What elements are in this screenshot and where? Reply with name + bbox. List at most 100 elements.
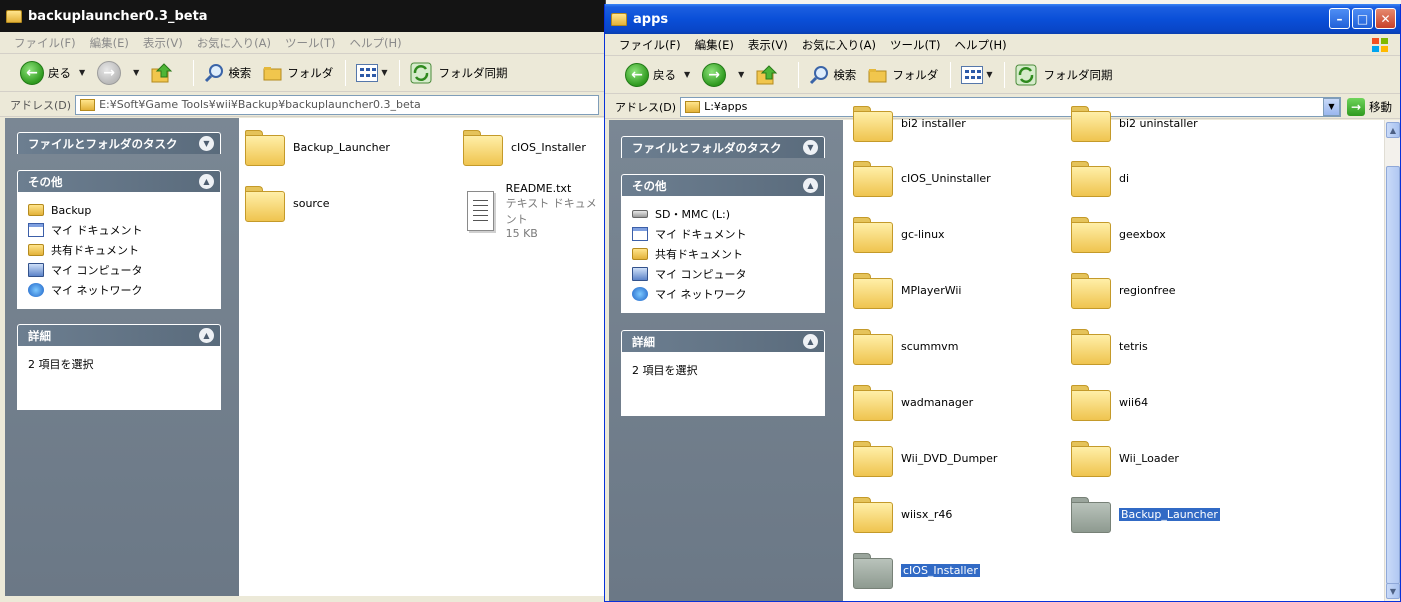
tasks-panel-header[interactable]: ファイルとフォルダのタスク ▼ — [621, 136, 825, 158]
search-button[interactable]: 検索 — [809, 65, 856, 85]
other-panel-header[interactable]: その他 ▲ — [621, 174, 825, 196]
scroll-up-icon[interactable]: ▲ — [1386, 122, 1400, 138]
chevron-down-icon[interactable]: ▼ — [79, 68, 85, 77]
file-item-folder[interactable]: wadmanager — [853, 385, 973, 421]
other-item-sd-card[interactable]: SD・MMC (L:) — [632, 204, 814, 224]
folder-sync-button[interactable]: フォルダ同期 — [410, 62, 507, 84]
address-input[interactable]: E:¥Soft¥Game Tools¥wii¥Backup¥backuplaun… — [75, 94, 599, 115]
menu-help[interactable]: ヘルプ(H) — [350, 35, 402, 51]
file-item-folder[interactable]: di — [1071, 161, 1129, 197]
back-arrow-icon: ← — [625, 62, 649, 87]
chevron-up-icon[interactable]: ▲ — [803, 178, 818, 193]
menu-tools[interactable]: ツール(T) — [285, 35, 336, 51]
left-explorer-window: backuplauncher0.3_beta ファイル(F) 編集(E) 表示(… — [0, 0, 606, 602]
other-item-my-computer[interactable]: マイ コンピュータ — [28, 260, 210, 280]
menu-file[interactable]: ファイル(F) — [619, 37, 681, 53]
menu-view[interactable]: 表示(V) — [143, 35, 183, 51]
other-item-my-network[interactable]: マイ ネットワーク — [632, 284, 814, 304]
folder-icon — [1071, 385, 1111, 421]
search-button[interactable]: 検索 — [204, 63, 251, 83]
chevron-down-icon[interactable]: ▼ — [803, 140, 818, 155]
other-panel-header[interactable]: その他 ▲ — [17, 170, 221, 192]
folder-icon — [28, 204, 44, 216]
file-item-folder[interactable]: bi2 installer — [853, 106, 966, 142]
details-panel-body: 2 項目を選択 — [621, 352, 825, 416]
forward-button[interactable]: → ▼ — [97, 60, 139, 85]
file-item-folder-selected[interactable]: Backup_Launcher — [1071, 497, 1220, 533]
maximize-icon[interactable]: □ — [1352, 8, 1373, 29]
scroll-down-icon[interactable]: ▼ — [1386, 583, 1400, 599]
file-name: bi2 installer — [901, 116, 966, 130]
details-panel-header[interactable]: 詳細 ▲ — [621, 330, 825, 352]
file-item-folder[interactable]: wiisx_r46 — [853, 497, 952, 533]
back-button[interactable]: ← 戻る ▼ — [625, 62, 690, 87]
menu-edit[interactable]: 編集(E) — [90, 35, 129, 51]
views-button[interactable]: ▼ — [961, 65, 992, 84]
views-button[interactable]: ▼ — [356, 63, 387, 82]
close-icon[interactable]: ✕ — [1375, 8, 1396, 29]
vertical-scrollbar[interactable]: ▲ ▼ — [1384, 120, 1400, 601]
right-titlebar[interactable]: apps – □ ✕ — [605, 4, 1400, 34]
file-item-folder[interactable]: geexbox — [1071, 217, 1166, 253]
address-input[interactable]: L:¥apps ▼ — [680, 96, 1341, 117]
file-item-folder[interactable]: tetris — [1071, 329, 1148, 365]
minimize-icon[interactable]: – — [1329, 8, 1350, 29]
other-panel-title: その他 — [632, 178, 667, 193]
file-name: Backup_Launcher — [293, 140, 390, 154]
file-item-folder[interactable]: scummvm — [853, 329, 958, 365]
other-item-label: 共有ドキュメント — [655, 248, 743, 261]
chevron-down-icon[interactable]: ▼ — [1323, 97, 1340, 116]
documents-icon — [28, 223, 44, 237]
other-item-my-network[interactable]: マイ ネットワーク — [28, 280, 210, 300]
file-item-folder[interactable]: regionfree — [1071, 273, 1175, 309]
folders-button[interactable]: フォルダ — [868, 67, 938, 83]
menu-file[interactable]: ファイル(F) — [14, 35, 76, 51]
details-panel-header[interactable]: 詳細 ▲ — [17, 324, 221, 346]
folder-sync-button[interactable]: フォルダ同期 — [1015, 64, 1112, 86]
file-item-folder[interactable]: Wii_Loader — [1071, 441, 1179, 477]
forward-button[interactable]: → ▼ — [702, 62, 744, 87]
file-item-folder[interactable]: bi2 uninstaller — [1071, 106, 1198, 142]
menu-help[interactable]: ヘルプ(H) — [955, 37, 1007, 53]
go-button[interactable]: → 移動 — [1347, 97, 1392, 116]
other-item-shared-documents[interactable]: 共有ドキュメント — [632, 244, 814, 264]
scrollbar-thumb[interactable] — [1386, 166, 1400, 584]
menu-favorites[interactable]: お気に入り(A) — [197, 35, 271, 51]
tasks-panel-header[interactable]: ファイルとフォルダのタスク ▼ — [17, 132, 221, 154]
menu-tools[interactable]: ツール(T) — [890, 37, 941, 53]
other-item-my-computer[interactable]: マイ コンピュータ — [632, 264, 814, 284]
menu-favorites[interactable]: お気に入り(A) — [802, 37, 876, 53]
other-item-backup[interactable]: Backup — [28, 200, 210, 220]
chevron-up-icon[interactable]: ▲ — [803, 334, 818, 349]
up-button[interactable] — [151, 62, 181, 84]
other-item-my-documents[interactable]: マイ ドキュメント — [28, 220, 210, 240]
chevron-up-icon[interactable]: ▲ — [199, 174, 214, 189]
chevron-down-icon[interactable]: ▼ — [684, 70, 690, 79]
file-item-folder[interactable]: cIOS_Uninstaller — [853, 161, 991, 197]
file-item-folder[interactable]: Backup_Launcher — [245, 130, 390, 166]
file-item-folder[interactable]: source — [245, 186, 330, 222]
chevron-down-icon[interactable]: ▼ — [738, 70, 744, 79]
other-item-my-documents[interactable]: マイ ドキュメント — [632, 224, 814, 244]
chevron-down-icon[interactable]: ▼ — [199, 136, 214, 151]
back-button[interactable]: ← 戻る ▼ — [20, 60, 85, 85]
menu-edit[interactable]: 編集(E) — [695, 37, 734, 53]
file-item-folder[interactable]: Wii_DVD_Dumper — [853, 441, 997, 477]
file-item-folder[interactable]: MPlayerWii — [853, 273, 961, 309]
folder-icon — [853, 106, 893, 142]
back-label: 戻る — [653, 67, 676, 82]
chevron-down-icon[interactable]: ▼ — [133, 68, 139, 77]
folders-button[interactable]: フォルダ — [263, 65, 333, 81]
file-item-folder-selected[interactable]: cIOS_Installer — [853, 553, 980, 589]
file-item-folder[interactable]: gc-linux — [853, 217, 945, 253]
file-item-folder[interactable]: cIOS_Installer — [463, 130, 586, 166]
file-item-folder[interactable]: wii64 — [1071, 385, 1148, 421]
other-item-label: SD・MMC (L:) — [655, 208, 731, 221]
left-titlebar[interactable]: backuplauncher0.3_beta — [0, 0, 605, 32]
menu-view[interactable]: 表示(V) — [748, 37, 788, 53]
file-item-text[interactable]: README.txt テキスト ドキュメント 15 KB — [467, 182, 605, 240]
other-places-panel: その他 ▲ Backup マイ ドキュメント 共有ドキュメント マイ コンピュー… — [17, 170, 221, 309]
other-item-shared-documents[interactable]: 共有ドキュメント — [28, 240, 210, 260]
chevron-up-icon[interactable]: ▲ — [199, 328, 214, 343]
up-button[interactable] — [756, 64, 786, 86]
